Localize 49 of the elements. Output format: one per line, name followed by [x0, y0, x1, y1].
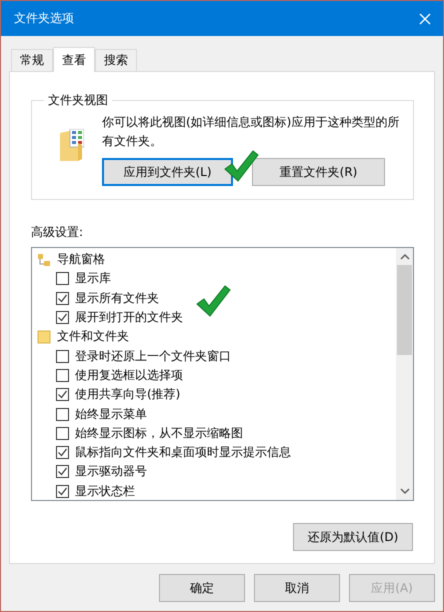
- tree-icon: [37, 252, 51, 267]
- tab[interactable]: 搜索: [95, 49, 137, 71]
- scrollbar[interactable]: [396, 248, 413, 500]
- tick-icon: [57, 447, 68, 458]
- tab[interactable]: 常规: [11, 49, 53, 71]
- group-label: 文件和文件夹: [57, 328, 129, 346]
- folder-icon: [60, 129, 84, 161]
- apply-to-folders-button[interactable]: 应用到文件夹(L): [102, 158, 233, 186]
- checkbox[interactable]: [56, 408, 69, 421]
- option-label[interactable]: 显示库: [75, 270, 111, 288]
- window-title: 文件夹选项: [14, 10, 74, 27]
- tick-icon: [57, 466, 68, 478]
- option-label[interactable]: 显示所有文件夹: [75, 290, 159, 307]
- dialog-button[interactable]: 确定: [159, 574, 245, 602]
- checkbox[interactable]: [56, 388, 69, 402]
- checkbox[interactable]: [56, 272, 69, 286]
- option-label[interactable]: 显示状态栏: [75, 482, 135, 500]
- dialog-button[interactable]: 取消: [254, 574, 340, 602]
- check-mark-icon: [223, 149, 259, 183]
- tick-icon: [57, 389, 68, 400]
- advanced-settings-label: 高级设置:: [31, 224, 84, 241]
- checkbox[interactable]: [56, 350, 69, 363]
- checkbox[interactable]: [56, 465, 69, 478]
- tab[interactable]: 查看: [53, 47, 95, 72]
- checkbox[interactable]: [56, 426, 69, 440]
- checkbox[interactable]: [56, 368, 69, 382]
- checkbox[interactable]: [56, 446, 69, 460]
- option-label[interactable]: 使用共享向导(推荐): [75, 386, 180, 404]
- tick-icon: [57, 312, 68, 324]
- restore-defaults-button[interactable]: 还原为默认值(D): [293, 523, 413, 551]
- option-label[interactable]: 始终显示菜单: [75, 406, 147, 423]
- check-mark-icon: [195, 284, 231, 318]
- checkbox[interactable]: [56, 484, 69, 498]
- option-label[interactable]: 显示驱动器号: [75, 463, 147, 480]
- tick-icon: [57, 292, 68, 304]
- close-icon[interactable]: [419, 12, 431, 24]
- option-label[interactable]: 始终显示图标，从不显示缩略图: [75, 424, 243, 442]
- checkbox[interactable]: [56, 292, 69, 305]
- reset-folders-button[interactable]: 重置文件夹(R): [252, 158, 385, 186]
- group-title: 文件夹视图: [47, 92, 109, 109]
- group-label: 导航窗格: [57, 251, 105, 268]
- option-label[interactable]: 展开到打开的文件夹: [75, 309, 183, 326]
- option-label[interactable]: 使用复选框以选择项: [75, 366, 183, 384]
- tick-icon: [57, 486, 68, 497]
- option-label[interactable]: 鼠标指向文件夹和桌面项时显示提示信息: [75, 444, 291, 462]
- checkbox[interactable]: [56, 311, 69, 324]
- folder-icon: [37, 330, 51, 344]
- description-text: 你可以将此视图(如详细信息或图标)应用于这种类型的所有文件夹。: [102, 114, 400, 150]
- option-label[interactable]: 登录时还原上一个文件夹窗口: [75, 348, 231, 365]
